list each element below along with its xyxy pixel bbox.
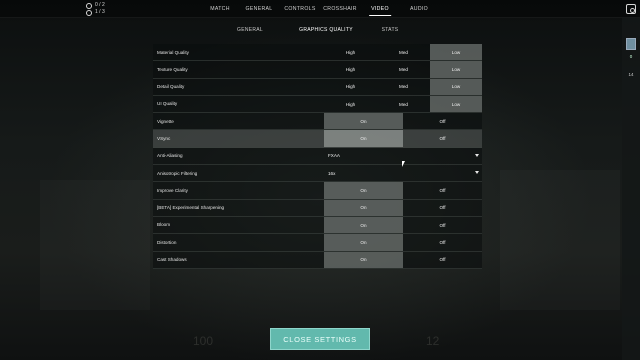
mouse-cursor-icon — [402, 161, 405, 167]
option-med-button[interactable]: Med — [377, 44, 430, 60]
setting-row: Texture Quality High Med Low — [153, 61, 482, 79]
subtab-general[interactable]: GENERAL — [237, 27, 263, 33]
setting-row: Improve Clarity On Off — [153, 182, 482, 200]
setting-row: Bloom On Off — [153, 216, 482, 235]
setting-label: Cast Shadows — [157, 257, 187, 263]
close-settings-button[interactable]: CLOSE SETTINGS — [270, 328, 370, 350]
subtab-graphics-quality[interactable]: GRAPHICS QUALITY — [299, 27, 353, 33]
option-high-button[interactable]: High — [324, 44, 377, 60]
tab-match[interactable]: MATCH — [210, 6, 230, 12]
tab-video[interactable]: VIDEO — [369, 6, 391, 16]
option-off-button[interactable]: Off — [403, 234, 482, 250]
option-on-button[interactable]: On — [324, 182, 403, 199]
setting-label: [BETA] Experimental Sharpening — [157, 205, 225, 211]
tab-controls[interactable]: CONTROLS — [284, 6, 315, 12]
background-right-number: 12 — [426, 334, 440, 348]
setting-row: Anisotropic Filtering 16x — [153, 165, 482, 183]
setting-row: Material Quality High Med Low — [153, 44, 482, 62]
option-off-button[interactable]: Off — [403, 130, 482, 146]
option-med-button[interactable]: Med — [377, 61, 430, 77]
option-off-button[interactable]: Off — [403, 200, 482, 216]
setting-label: Distortion — [157, 239, 177, 245]
setting-label: Material Quality — [157, 49, 189, 55]
setting-label: Anisotropic Filtering — [157, 170, 198, 176]
chevron-down-icon — [475, 153, 479, 157]
option-med-button[interactable]: Med — [377, 79, 430, 95]
option-on-button[interactable]: On — [324, 234, 403, 251]
option-off-button[interactable]: Off — [403, 252, 482, 268]
background-wall — [500, 170, 620, 310]
chevron-down-icon — [475, 171, 479, 175]
setting-row: [BETA] Experimental Sharpening On Off — [153, 199, 482, 217]
setting-label: Vignette — [157, 118, 174, 124]
setting-row: Detail Quality High Med Low — [153, 78, 482, 96]
option-on-button[interactable]: On — [324, 216, 403, 234]
setting-dropdown[interactable]: 16x — [324, 165, 482, 181]
option-low-button[interactable]: Low — [430, 95, 482, 113]
tab-general[interactable]: GENERAL — [246, 6, 273, 12]
setting-row: Cast Shadows On Off — [153, 251, 482, 269]
option-low-button[interactable]: Low — [430, 78, 482, 95]
option-high-button[interactable]: High — [324, 61, 377, 77]
option-on-button[interactable]: On — [324, 113, 403, 130]
player-level: 0 — [629, 54, 633, 59]
option-med-button[interactable]: Med — [377, 96, 430, 112]
settings-gear-icon[interactable] — [626, 4, 636, 14]
background-wall — [40, 180, 150, 310]
dropdown-value: 16x — [328, 170, 336, 176]
option-high-button[interactable]: High — [324, 79, 377, 95]
settings-list: Material Quality High Med Low Texture Qualit… — [153, 44, 482, 269]
setting-label: VSync — [157, 135, 171, 141]
friends-count: 14 — [628, 72, 634, 77]
dropdown-value: FXAA — [328, 153, 340, 159]
setting-label: Detail Quality — [157, 84, 185, 90]
option-low-button[interactable]: Low — [430, 61, 482, 78]
tab-crosshair[interactable]: CROSSHAIR — [323, 6, 357, 12]
option-off-button[interactable]: Off — [403, 182, 482, 198]
setting-label: Bloom — [157, 222, 171, 228]
setting-row: VSync On Off — [153, 130, 482, 148]
option-on-button[interactable]: On — [324, 199, 403, 216]
option-off-button[interactable]: Off — [403, 113, 482, 129]
tab-audio[interactable]: AUDIO — [410, 6, 428, 12]
main-tabs: MATCH GENERAL CONTROLS CROSSHAIR VIDEO A… — [0, 0, 640, 18]
option-high-button[interactable]: High — [324, 96, 377, 112]
option-on-button[interactable]: On — [324, 130, 403, 147]
setting-row: Vignette On Off — [153, 113, 482, 131]
option-on-button[interactable]: On — [324, 251, 403, 268]
option-off-button[interactable]: Off — [403, 217, 482, 233]
option-low-button[interactable]: Low — [430, 44, 482, 61]
subtab-stats[interactable]: STATS — [382, 27, 399, 33]
avatar[interactable] — [626, 38, 636, 50]
setting-label: Improve Clarity — [157, 187, 188, 193]
setting-row: Distortion On Off — [153, 234, 482, 252]
setting-label: Texture Quality — [157, 66, 188, 72]
background-left-number: 100 — [193, 334, 214, 348]
setting-row: Anti-Aliasing FXAA — [153, 147, 482, 166]
setting-row: UI Quality High Med Low — [153, 95, 482, 114]
setting-label: UI Quality — [157, 101, 178, 107]
social-side-panel: 0 14 — [622, 18, 640, 360]
setting-label: Anti-Aliasing — [157, 153, 183, 159]
